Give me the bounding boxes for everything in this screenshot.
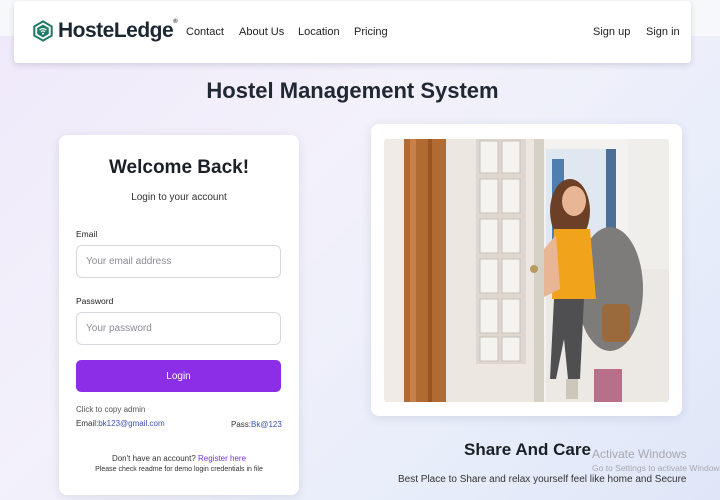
email-field[interactable] bbox=[76, 245, 281, 278]
share-and-care-title: Share And Care bbox=[464, 440, 591, 459]
password-label: Password bbox=[76, 296, 114, 306]
demo-password[interactable]: Pass:Bk@123 bbox=[231, 420, 282, 429]
navbar: HosteLedge® Contact About Us Location Pr… bbox=[14, 1, 691, 63]
woman-with-backpack-opening-door-photo bbox=[384, 139, 669, 402]
sign-up-link[interactable]: Sign up bbox=[593, 26, 630, 38]
brand-name: HosteLedge® bbox=[58, 19, 178, 42]
copy-admin-hint[interactable]: Click to copy admin bbox=[76, 405, 145, 414]
password-field[interactable] bbox=[76, 312, 281, 345]
login-button[interactable]: Login bbox=[76, 360, 281, 392]
page-title: Hostel Management System bbox=[206, 78, 499, 103]
readme-note: Please check readme for demo login crede… bbox=[95, 466, 263, 473]
register-prompt: Don't have an account? Register here bbox=[111, 454, 247, 463]
email-label: Email bbox=[76, 229, 98, 239]
nav-contact[interactable]: Contact bbox=[186, 26, 224, 38]
nav-location[interactable]: Location bbox=[298, 26, 340, 38]
nav-pricing[interactable]: Pricing bbox=[354, 26, 388, 38]
share-and-care-subtitle: Best Place to Share and relax yourself f… bbox=[398, 474, 687, 485]
demo-email[interactable]: Email:bk123@gmail.com bbox=[76, 419, 165, 428]
login-card: Welcome Back! Login to your account Emai… bbox=[59, 135, 299, 495]
activate-windows-hint: Go to Settings to activate Windows. bbox=[592, 463, 720, 473]
activate-windows-watermark: Activate Windows bbox=[592, 447, 687, 461]
hexagon-wifi-logo-icon bbox=[33, 20, 53, 42]
welcome-heading: Welcome Back! bbox=[108, 157, 250, 178]
sign-in-link[interactable]: Sign in bbox=[646, 26, 680, 38]
brand-logo[interactable]: HosteLedge® bbox=[32, 19, 178, 43]
register-link[interactable]: Register here bbox=[198, 454, 246, 463]
feature-image-card bbox=[371, 124, 682, 416]
photo-illustration bbox=[384, 139, 669, 402]
login-subtitle: Login to your account bbox=[131, 192, 227, 203]
nav-about-us[interactable]: About Us bbox=[239, 26, 284, 38]
